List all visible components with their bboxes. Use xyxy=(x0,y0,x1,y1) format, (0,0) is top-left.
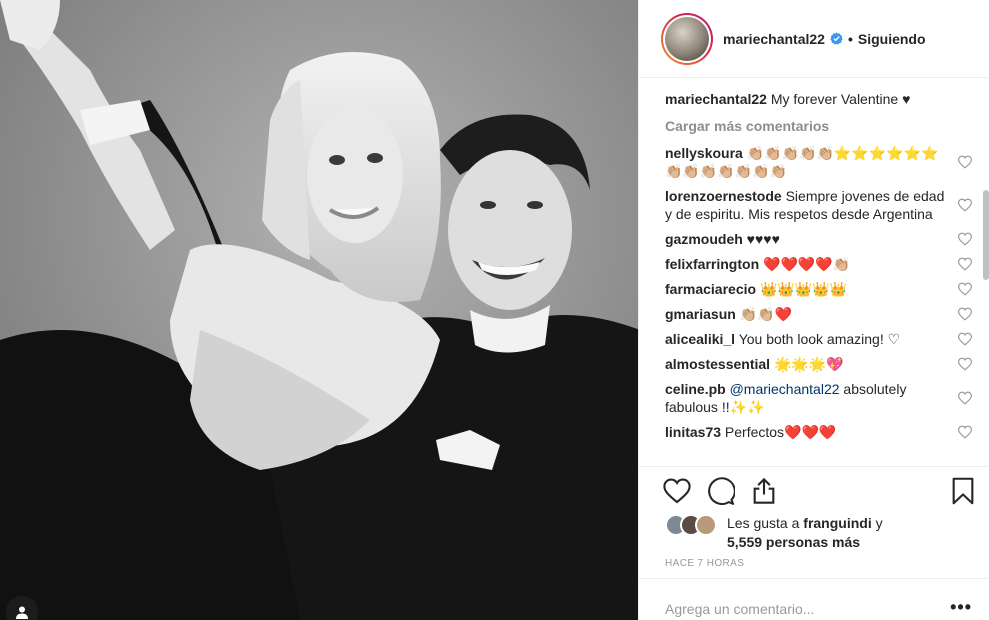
user-tag-button[interactable] xyxy=(6,596,38,620)
comment-row: gmariasun 👏🏼👏🏼❤️ xyxy=(665,305,980,323)
comment-like-heart-icon[interactable] xyxy=(958,282,972,296)
likes-summary: Les gusta a franguindi y 5,559 personas … xyxy=(665,514,965,552)
post-header: mariechantal22 • Siguiendo xyxy=(639,0,989,78)
avatar[interactable] xyxy=(661,12,713,65)
comment-username[interactable]: almostessential xyxy=(665,356,770,372)
comment-text: 👏🏼👏🏼❤️ xyxy=(739,306,792,322)
comment-username[interactable]: nellyskoura xyxy=(665,145,743,161)
comment-text: ❤️❤️❤️❤️👏🏼 xyxy=(763,256,851,272)
comment-row: lorenzoernestode Siempre jovenes de edad… xyxy=(665,187,980,223)
post-timestamp[interactable]: HACE 7 HORAS xyxy=(665,558,744,569)
likes-user[interactable]: franguindi xyxy=(803,515,871,531)
comment-like-heart-icon[interactable] xyxy=(958,391,972,405)
comment-row: felixfarrington ❤️❤️❤️❤️👏🏼 xyxy=(665,255,980,273)
heart-icon[interactable] xyxy=(663,477,691,505)
verified-badge-icon xyxy=(830,32,843,45)
more-options-icon[interactable]: ••• xyxy=(950,597,972,618)
comment-text: Perfectos❤️❤️❤️ xyxy=(724,424,837,440)
comment-username[interactable]: farmaciarecio xyxy=(665,281,756,297)
share-icon[interactable] xyxy=(750,477,778,505)
bookmark-icon[interactable] xyxy=(949,477,977,505)
likes-count[interactable]: 5,559 personas más xyxy=(727,534,860,550)
caption: mariechantal22 My forever Valentine ♥ xyxy=(665,90,980,108)
comment-like-heart-icon[interactable] xyxy=(958,425,972,439)
comment-text: 🌟🌟🌟💖 xyxy=(773,356,844,372)
comment-like-heart-icon[interactable] xyxy=(958,198,972,212)
author-username[interactable]: mariechantal22 xyxy=(723,31,825,47)
comment-icon[interactable] xyxy=(707,477,735,505)
action-bar xyxy=(639,466,989,514)
comment-row: almostessential 🌟🌟🌟💖 xyxy=(665,355,980,373)
comment-like-heart-icon[interactable] xyxy=(958,257,972,271)
comment-row: alicealiki_l You both look amazing! ♡ xyxy=(665,330,980,348)
comment-username[interactable]: lorenzoernestode xyxy=(665,188,782,204)
comment-like-heart-icon[interactable] xyxy=(958,232,972,246)
user-tag-icon xyxy=(16,606,28,619)
likes-prefix: Les gusta a xyxy=(727,515,804,531)
post-photo[interactable] xyxy=(0,0,638,620)
comment-like-heart-icon[interactable] xyxy=(958,155,972,169)
header-separator: • xyxy=(847,30,853,47)
liker-avatar xyxy=(695,514,717,536)
comment-text: You both look amazing! ♡ xyxy=(738,331,901,347)
comment-text: ♥♥♥♥ xyxy=(746,231,780,247)
comment-like-heart-icon[interactable] xyxy=(958,332,972,346)
comment-mention[interactable]: @mariechantal22 xyxy=(730,381,840,397)
comment-username[interactable]: felixfarrington xyxy=(665,256,759,272)
comment-row: nellyskoura 👏🏼👏🏼👏🏼👏🏼👏🏼⭐⭐⭐⭐⭐⭐👏🏼👏🏼👏🏼👏🏼👏🏼👏🏼… xyxy=(665,144,980,180)
comments-scrollbar[interactable] xyxy=(983,190,989,280)
comment-username[interactable]: gazmoudeh xyxy=(665,231,743,247)
comment-username[interactable]: gmariasun xyxy=(665,306,736,322)
comment-row: linitas73 Perfectos❤️❤️❤️ xyxy=(665,423,980,441)
comment-row: farmaciarecio 👑👑👑👑👑 xyxy=(665,280,980,298)
post-photo-image xyxy=(0,0,638,620)
liker-avatars[interactable] xyxy=(665,514,721,538)
comments-list[interactable]: mariechantal22 My forever Valentine ♥ Ca… xyxy=(665,90,980,462)
post-sidebar: mariechantal22 • Siguiendo mariechantal2… xyxy=(638,0,989,620)
comment-like-heart-icon[interactable] xyxy=(958,357,972,371)
comment-username[interactable]: linitas73 xyxy=(665,424,721,440)
add-comment-bar: Agrega un comentario... ••• xyxy=(639,578,989,620)
caption-text: My forever Valentine ♥ xyxy=(770,91,911,107)
follow-button[interactable]: Siguiendo xyxy=(858,31,926,47)
load-more-comments[interactable]: Cargar más comentarios xyxy=(665,117,980,135)
avatar-image xyxy=(665,16,709,61)
likes-text: Les gusta a franguindi y 5,559 personas … xyxy=(727,514,883,552)
comment-row: celine.pb @mariechantal22 absolutely fab… xyxy=(665,380,980,416)
likes-suffix: y xyxy=(871,515,883,531)
comment-username[interactable]: alicealiki_l xyxy=(665,331,735,347)
caption-username[interactable]: mariechantal22 xyxy=(665,91,767,107)
comment-input[interactable]: Agrega un comentario... xyxy=(665,601,814,617)
comment-row: gazmoudeh ♥♥♥♥ xyxy=(665,230,980,248)
comment-like-heart-icon[interactable] xyxy=(958,307,972,321)
comment-username[interactable]: celine.pb xyxy=(665,381,726,397)
comment-text: 👑👑👑👑👑 xyxy=(759,281,848,297)
